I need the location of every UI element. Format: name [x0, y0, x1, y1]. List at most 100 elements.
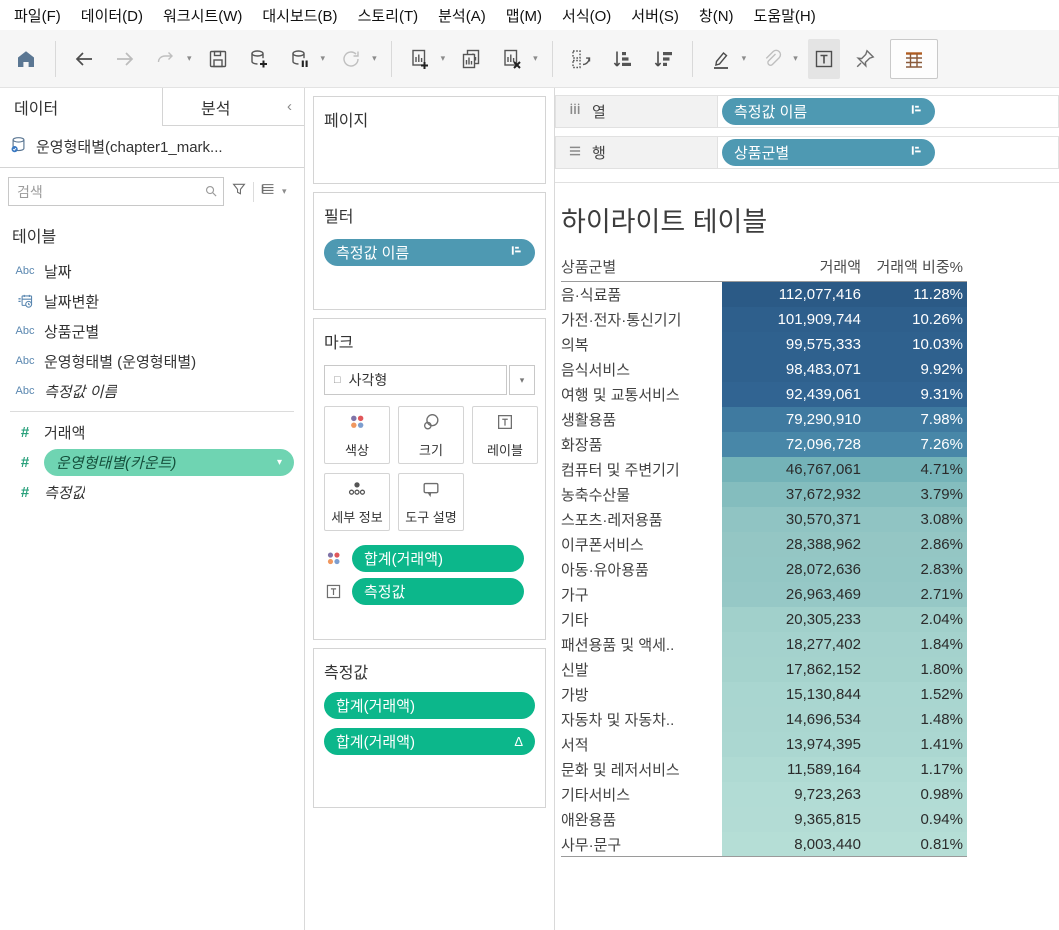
- show-mark-labels-button[interactable]: [807, 38, 840, 79]
- menu-item-대시보드[interactable]: 대시보드(B): [252, 1, 347, 30]
- row-label-cell[interactable]: 컴퓨터 및 주변기기: [561, 457, 722, 482]
- value-cell[interactable]: 101,909,744: [722, 307, 871, 332]
- field-row[interactable]: Abc 측정값 이름: [8, 376, 296, 406]
- row-label-cell[interactable]: 스포츠·레저용품: [561, 507, 722, 532]
- shelf-pill[interactable]: 측정값 이름: [722, 98, 935, 125]
- chevron-down-icon[interactable]: ▾: [282, 186, 287, 197]
- detail-button[interactable]: 세부 정보: [324, 473, 390, 531]
- menu-item-스토리[interactable]: 스토리(T): [348, 1, 429, 30]
- value-cell[interactable]: 17,862,152: [722, 657, 871, 682]
- mark-type-caret[interactable]: ▾: [509, 365, 535, 395]
- value-cell[interactable]: 14,696,534: [722, 707, 871, 732]
- size-button[interactable]: 크기: [398, 406, 464, 464]
- value-cell[interactable]: 26,963,469: [722, 582, 871, 607]
- value-cell[interactable]: 28,072,636: [722, 557, 871, 582]
- percent-cell[interactable]: 10.26%: [871, 307, 967, 332]
- percent-cell[interactable]: 0.94%: [871, 807, 967, 832]
- percent-cell[interactable]: 3.08%: [871, 507, 967, 532]
- value-cell[interactable]: 20,305,233: [722, 607, 871, 632]
- row-label-cell[interactable]: 패션용품 및 액세..: [561, 632, 722, 657]
- column-header[interactable]: 상품군별: [561, 256, 722, 277]
- value-cell[interactable]: 9,365,815: [722, 807, 871, 832]
- row-label-cell[interactable]: 애완용품: [561, 807, 722, 832]
- chevron-down-icon[interactable]: ▾: [742, 53, 747, 64]
- row-label-cell[interactable]: 화장품: [561, 432, 722, 457]
- value-cell[interactable]: 92,439,061: [722, 382, 871, 407]
- shelf-pill[interactable]: 측정값 이름: [324, 239, 535, 266]
- row-label-cell[interactable]: 서적: [561, 732, 722, 757]
- row-label-cell[interactable]: 음식서비스: [561, 357, 722, 382]
- percent-cell[interactable]: 2.71%: [871, 582, 967, 607]
- search-input[interactable]: [8, 177, 224, 206]
- percent-cell[interactable]: 7.98%: [871, 407, 967, 432]
- percent-cell[interactable]: 1.80%: [871, 657, 967, 682]
- clear-sheet-button[interactable]: [496, 39, 528, 79]
- chevron-down-icon[interactable]: ▾: [533, 53, 538, 64]
- value-cell[interactable]: 37,672,932: [722, 482, 871, 507]
- value-cell[interactable]: 15,130,844: [722, 682, 871, 707]
- group-members-button[interactable]: [756, 39, 788, 79]
- percent-cell[interactable]: 1.52%: [871, 682, 967, 707]
- percent-cell[interactable]: 1.48%: [871, 707, 967, 732]
- menu-item-워크시트[interactable]: 워크시트(W): [153, 1, 252, 30]
- sheet-title[interactable]: 하이라이트 테이블: [561, 200, 1059, 239]
- percent-cell[interactable]: 1.84%: [871, 632, 967, 657]
- row-label-cell[interactable]: 자동차 및 자동차..: [561, 707, 722, 732]
- menu-item-서식[interactable]: 서식(O): [552, 1, 621, 30]
- new-data-source-button[interactable]: [243, 39, 275, 79]
- chevron-down-icon[interactable]: ▾: [321, 53, 326, 64]
- shelf-pill[interactable]: 합계(거래액): [324, 692, 535, 719]
- fix-axes-button[interactable]: [849, 39, 881, 79]
- row-label-cell[interactable]: 아동·유아용품: [561, 557, 722, 582]
- tooltip-button[interactable]: 도구 설명: [398, 473, 464, 531]
- chevron-down-icon[interactable]: ▾: [372, 53, 377, 64]
- duplicate-sheet-button[interactable]: [455, 39, 487, 79]
- row-label-cell[interactable]: 가전·전자·통신기기: [561, 307, 722, 332]
- menu-item-분석[interactable]: 분석(A): [428, 1, 496, 30]
- view-list-icon[interactable]: [260, 181, 276, 202]
- menu-item-파일[interactable]: 파일(F): [4, 1, 71, 30]
- row-label-cell[interactable]: 기타서비스: [561, 782, 722, 807]
- value-cell[interactable]: 112,077,416: [722, 282, 871, 307]
- percent-cell[interactable]: 2.04%: [871, 607, 967, 632]
- percent-cell[interactable]: 2.83%: [871, 557, 967, 582]
- field-pill-selected[interactable]: 운영형태별(카운트) ▾: [44, 448, 294, 476]
- forward-button[interactable]: [109, 39, 141, 79]
- chevron-down-icon[interactable]: ▾: [441, 53, 446, 64]
- field-row[interactable]: Abc 날짜: [8, 256, 296, 286]
- tab-analytics[interactable]: 분석: [163, 95, 283, 119]
- column-header[interactable]: 거래액 비중%: [871, 256, 967, 277]
- sort-ascending-button[interactable]: [606, 39, 638, 79]
- back-button[interactable]: [68, 39, 100, 79]
- value-cell[interactable]: 99,575,333: [722, 332, 871, 357]
- swap-rows-columns-button[interactable]: [565, 39, 597, 79]
- percent-cell[interactable]: 0.81%: [871, 832, 967, 856]
- pause-auto-updates-button[interactable]: [284, 39, 316, 79]
- percent-cell[interactable]: 3.79%: [871, 482, 967, 507]
- chevron-down-icon[interactable]: ▾: [187, 53, 192, 64]
- percent-cell[interactable]: 1.41%: [871, 732, 967, 757]
- chevron-down-icon[interactable]: ▾: [277, 457, 282, 468]
- percent-cell[interactable]: 11.28%: [871, 282, 967, 307]
- redo-button[interactable]: [150, 39, 182, 79]
- field-row[interactable]: Abc 상품군별: [8, 316, 296, 346]
- row-label-cell[interactable]: 농축수산물: [561, 482, 722, 507]
- collapse-pane-icon[interactable]: ‹: [283, 98, 304, 115]
- row-label-cell[interactable]: 가방: [561, 682, 722, 707]
- fit-button[interactable]: [889, 38, 938, 79]
- highlight-button[interactable]: [705, 39, 737, 79]
- row-label-cell[interactable]: 이쿠폰서비스: [561, 532, 722, 557]
- field-row[interactable]: # 측정값: [8, 477, 296, 507]
- value-cell[interactable]: 30,570,371: [722, 507, 871, 532]
- menu-item-창[interactable]: 창(N): [689, 1, 744, 30]
- column-header[interactable]: 거래액: [722, 256, 871, 277]
- row-label-cell[interactable]: 음·식료품: [561, 282, 722, 307]
- menu-item-맵[interactable]: 맵(M): [496, 1, 552, 30]
- percent-cell[interactable]: 7.26%: [871, 432, 967, 457]
- row-label-cell[interactable]: 여행 및 교통서비스: [561, 382, 722, 407]
- row-label-cell[interactable]: 생활용품: [561, 407, 722, 432]
- value-cell[interactable]: 28,388,962: [722, 532, 871, 557]
- row-label-cell[interactable]: 문화 및 레저서비스: [561, 757, 722, 782]
- filter-funnel-icon[interactable]: [231, 181, 247, 202]
- value-cell[interactable]: 8,003,440: [722, 832, 871, 856]
